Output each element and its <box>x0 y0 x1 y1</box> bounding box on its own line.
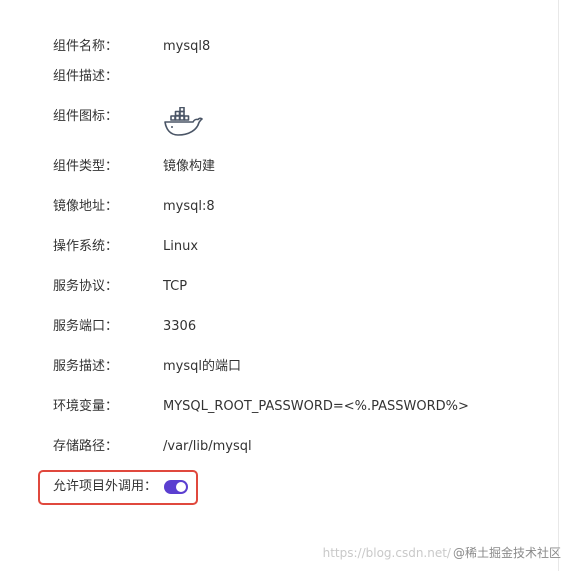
field-name-value: mysql8 <box>163 39 211 54</box>
panel-right-border <box>558 0 559 571</box>
field-os-label: 操作系统： <box>53 239 119 254</box>
field-port-value: 3306 <box>163 319 197 334</box>
field-port-label: 服务端口： <box>53 319 119 334</box>
docker-whale-icon <box>164 107 203 136</box>
field-protocol-value: TCP <box>163 279 188 294</box>
field-service-desc-value: mysql的端口 <box>163 359 241 374</box>
field-service-desc-label: 服务描述： <box>53 359 119 374</box>
field-os-value: Linux <box>163 239 199 254</box>
field-description-label: 组件描述： <box>53 69 119 84</box>
field-icon-label: 组件图标： <box>53 109 119 124</box>
field-image-label: 镜像地址： <box>53 199 119 214</box>
field-name-label: 组件名称： <box>53 39 119 54</box>
field-type-label: 组件类型： <box>53 159 119 174</box>
field-env-label: 环境变量： <box>53 399 119 414</box>
field-type-value: 镜像构建 <box>163 159 216 174</box>
field-storage-value: /var/lib/mysql <box>163 439 252 454</box>
watermark-url: https://blog.csdn.net/ <box>322 546 451 560</box>
field-allow-call-label: 允许项目外调用： <box>53 479 158 494</box>
allow-call-toggle[interactable] <box>164 480 188 494</box>
field-image-value: mysql:8 <box>163 199 215 214</box>
watermark: https://blog.csdn.net/@稀土掘金技术社区 <box>323 544 561 561</box>
watermark-site: @稀土掘金技术社区 <box>452 546 561 560</box>
field-env-value: MYSQL_ROOT_PASSWORD=<%.PASSWORD%> <box>163 399 469 414</box>
field-protocol-label: 服务协议： <box>53 279 119 294</box>
field-storage-label: 存储路径： <box>53 439 119 454</box>
toggle-knob <box>176 482 186 492</box>
